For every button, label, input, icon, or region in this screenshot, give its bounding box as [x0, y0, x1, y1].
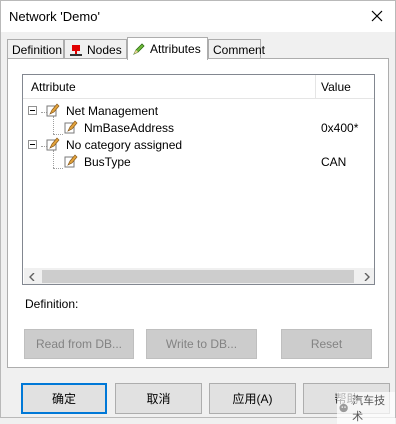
pencil-attribute-icon [133, 43, 145, 55]
red-node-icon [70, 44, 82, 56]
tab-label: Nodes [87, 42, 122, 57]
attribute-folder-icon [46, 103, 60, 117]
tree-row-value: 0x400* [321, 121, 359, 135]
ok-button[interactable]: 确定 [21, 383, 107, 414]
tab-attributes[interactable]: Attributes [127, 37, 208, 60]
network-dialog: Network 'Demo' Definition Nodes Attribut… [0, 0, 396, 424]
tab-definition[interactable]: Definition [7, 39, 64, 59]
attribute-icon [64, 154, 78, 168]
tab-label: Comment [213, 42, 266, 57]
tab-label: Attributes [150, 42, 201, 56]
column-header-value[interactable]: Value [321, 80, 351, 94]
window-title: Network 'Demo' [9, 9, 100, 24]
cancel-button[interactable]: 取消 [115, 383, 202, 414]
tab-label: Definition [12, 42, 63, 57]
scrollbar-thumb[interactable] [42, 270, 354, 283]
collapse-toggle[interactable] [28, 106, 37, 115]
watermark: 汽车技术 [337, 392, 395, 424]
chevron-right-icon [364, 272, 370, 281]
scroll-left-button[interactable] [24, 268, 41, 284]
tree-row-bustype[interactable]: BusType CAN [23, 154, 374, 171]
watermark-text: 汽车技术 [352, 395, 386, 423]
chevron-left-icon [29, 272, 35, 281]
definition-label: Definition: [25, 297, 79, 311]
column-divider[interactable] [315, 75, 316, 99]
apply-button[interactable]: 应用(A) [209, 383, 296, 414]
tree-row-label: Net Management [66, 104, 159, 118]
attributes-tree[interactable]: Attribute Value Net Management NmBaseAdd… [22, 74, 375, 285]
wechat-logo-icon [339, 403, 348, 413]
read-from-db-button[interactable]: Read from DB... [24, 329, 134, 359]
tree-row-value: CAN [321, 155, 347, 169]
collapse-toggle[interactable] [28, 140, 37, 149]
write-to-db-button[interactable]: Write to DB... [146, 329, 257, 359]
tree-row-label: NmBaseAddress [84, 121, 175, 135]
tree-row-no-category[interactable]: No category assigned [23, 137, 374, 154]
attribute-icon [64, 120, 78, 134]
attribute-folder-icon [46, 137, 60, 151]
attributes-panel: Attribute Value Net Management NmBaseAdd… [7, 58, 389, 368]
tab-nodes[interactable]: Nodes [64, 39, 127, 59]
title-bar: Network 'Demo' [1, 1, 395, 32]
tree-header: Attribute Value [23, 75, 374, 99]
reset-button[interactable]: Reset [281, 329, 372, 359]
tree-row-label: BusType [84, 155, 131, 169]
column-header-attribute[interactable]: Attribute [31, 80, 76, 94]
tab-comment[interactable]: Comment [208, 39, 265, 59]
horizontal-scrollbar[interactable] [24, 268, 374, 284]
close-button[interactable] [365, 5, 389, 27]
close-icon [371, 10, 383, 22]
scroll-right-button[interactable] [358, 268, 374, 284]
tree-row-net-management[interactable]: Net Management [23, 103, 374, 120]
tree-row-nmbaseaddress[interactable]: NmBaseAddress 0x400* [23, 120, 374, 137]
tree-row-label: No category assigned [66, 138, 183, 152]
